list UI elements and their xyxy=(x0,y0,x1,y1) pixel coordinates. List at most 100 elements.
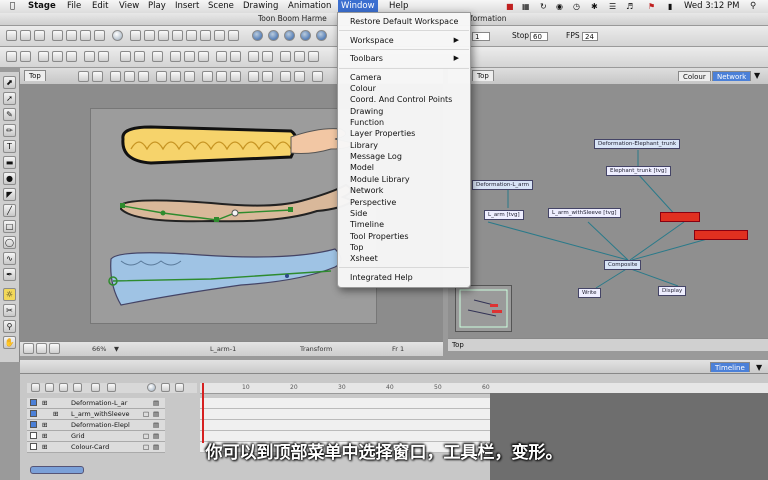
timeline-playhead[interactable] xyxy=(202,383,204,443)
layer-visible-checkbox[interactable] xyxy=(30,410,37,417)
copy-key-icon[interactable] xyxy=(262,51,273,62)
tool-b-icon[interactable] xyxy=(144,30,155,41)
cut-icon[interactable] xyxy=(52,30,63,41)
contour-editor-icon[interactable]: ➚ xyxy=(3,92,16,105)
drawing-canvas[interactable] xyxy=(90,108,377,324)
current-frame-field[interactable]: 1 xyxy=(472,32,490,41)
zoom-tool-icon[interactable]: ⚲ xyxy=(3,320,16,333)
delete-icon[interactable] xyxy=(94,30,105,41)
layer-frames[interactable] xyxy=(200,409,490,420)
menu-item-model[interactable]: Model xyxy=(350,162,374,173)
layer-onion-icon[interactable] xyxy=(147,383,156,392)
ink-tool-icon[interactable]: ● xyxy=(3,172,16,185)
menu-play[interactable]: Play xyxy=(148,0,166,13)
layer-peg-icon[interactable] xyxy=(73,383,82,392)
menu-item-integrated-help[interactable]: Integrated Help xyxy=(350,272,413,283)
apple-icon[interactable]:  xyxy=(10,0,15,13)
tool-e-icon[interactable] xyxy=(186,30,197,41)
layer-row[interactable]: ⊞ Deformation-Elepl ▤ xyxy=(27,420,165,431)
menu-item-library[interactable]: Library xyxy=(350,140,378,151)
stop-frame-field[interactable]: 60 xyxy=(530,32,548,41)
arm-sleeve-drawing[interactable] xyxy=(121,125,354,165)
menu-drawing[interactable]: Drawing xyxy=(243,0,278,13)
menu-insert[interactable]: Insert xyxy=(175,0,199,13)
menu-item-workspace[interactable]: Workspace ▶ xyxy=(350,35,464,46)
prev-frame-icon[interactable] xyxy=(284,30,295,41)
status-grid-icon[interactable]: ▦ xyxy=(522,2,530,11)
arm-blue-sleeve-drawing[interactable] xyxy=(108,248,342,306)
node-deformation-elephant-trunk[interactable]: Deformation-Elephant_trunk xyxy=(594,139,681,149)
layer-sync-icon[interactable] xyxy=(91,383,100,392)
view-grid-icon[interactable] xyxy=(92,71,103,82)
view-a-icon[interactable] xyxy=(110,71,121,82)
layer-visible-checkbox[interactable] xyxy=(30,432,37,439)
node-elephant-trunk[interactable]: Elephant_trunk [tvg] xyxy=(606,166,671,176)
save-icon[interactable] xyxy=(34,30,45,41)
layer-frames[interactable] xyxy=(200,420,490,431)
layer-visible-checkbox[interactable] xyxy=(30,421,37,428)
view-reset-icon[interactable] xyxy=(78,71,89,82)
view-c-icon[interactable] xyxy=(138,71,149,82)
hand-tool-icon[interactable]: ✋ xyxy=(3,336,16,349)
volume-icon[interactable]: ♬ xyxy=(626,2,633,11)
flip-icon[interactable] xyxy=(308,51,319,62)
timeline-menu-icon[interactable]: ▼ xyxy=(756,363,762,372)
polyline-tool-icon[interactable]: ∿ xyxy=(3,252,16,265)
tool-g-icon[interactable] xyxy=(214,30,225,41)
tab-timeline[interactable]: Timeline xyxy=(710,362,750,372)
menu-item-drawing[interactable]: Drawing xyxy=(350,106,383,117)
view-d-icon[interactable] xyxy=(156,71,167,82)
node-l-arm-with-sleeve[interactable]: L_arm_withSleeve [tvg] xyxy=(548,208,621,218)
transform-tool-icon[interactable]: ☼ xyxy=(3,288,16,301)
reset-icon[interactable] xyxy=(66,51,77,62)
view-i-icon[interactable] xyxy=(230,71,241,82)
tool-d-icon[interactable] xyxy=(172,30,183,41)
rigging-icon[interactable] xyxy=(52,51,63,62)
tab-network-top[interactable]: Top xyxy=(472,70,494,81)
fps-field[interactable]: 24 xyxy=(582,32,598,41)
menu-item-toolbars[interactable]: Toolbars ▶ xyxy=(350,53,464,64)
bone-tool-icon[interactable] xyxy=(20,51,31,62)
last-frame-icon[interactable] xyxy=(316,30,327,41)
layer-expand-icon[interactable]: ⊞ xyxy=(42,420,47,430)
ease-icon[interactable] xyxy=(216,51,227,62)
layer-expand-icon[interactable]: ⊞ xyxy=(53,409,58,419)
onion-icon[interactable] xyxy=(120,51,131,62)
menu-item-colour[interactable]: Colour xyxy=(350,83,376,94)
view-h-icon[interactable] xyxy=(216,71,227,82)
app-menu[interactable]: Stage xyxy=(28,0,56,13)
scale-icon[interactable] xyxy=(294,51,305,62)
cutter-tool-icon[interactable]: ✂ xyxy=(3,304,16,317)
tab-top[interactable]: Top xyxy=(24,70,46,81)
node-display[interactable]: Display xyxy=(658,286,687,296)
layer-lock-toggle-icon[interactable]: ▤ xyxy=(153,398,159,408)
menu-item-camera[interactable]: Camera xyxy=(350,72,381,83)
text-tool-icon[interactable]: T xyxy=(3,140,16,153)
ellipse-tool-icon[interactable]: ◯ xyxy=(3,236,16,249)
keyframe-icon[interactable] xyxy=(170,51,181,62)
menu-item-restore-default-workspace[interactable]: Restore Default Workspace xyxy=(350,16,458,27)
play-icon[interactable] xyxy=(252,30,263,41)
eraser-tool-icon[interactable]: ▬ xyxy=(3,156,16,169)
status-reset-icon[interactable] xyxy=(23,343,34,354)
status-camera-icon[interactable] xyxy=(49,343,60,354)
layer-timing-icon[interactable] xyxy=(107,383,116,392)
view-j-icon[interactable] xyxy=(248,71,259,82)
menu-item-xsheet[interactable]: Xsheet xyxy=(350,253,378,264)
cut-key-icon[interactable] xyxy=(248,51,259,62)
first-frame-icon[interactable] xyxy=(268,30,279,41)
layer-lock-toggle-icon[interactable]: ▤ xyxy=(153,420,159,430)
rectangle-tool-icon[interactable]: □ xyxy=(3,220,16,233)
layer-row[interactable]: ⊞ Deformation-L_ar ▤ xyxy=(27,398,165,409)
status-sync-icon[interactable]: ↻ xyxy=(540,2,547,11)
node-composite[interactable]: Composite xyxy=(604,260,642,270)
dropper-tool-icon[interactable]: ✒ xyxy=(3,268,16,281)
node-deformation-l-arm[interactable]: Deformation-L_arm xyxy=(472,180,534,190)
light-table-icon[interactable] xyxy=(134,51,145,62)
view-n-icon[interactable] xyxy=(312,71,323,82)
arm-deformed-drawing[interactable] xyxy=(120,183,356,223)
layer-props-icon[interactable] xyxy=(31,383,40,392)
copy-icon[interactable] xyxy=(66,30,77,41)
line-tool-icon[interactable]: ╱ xyxy=(3,204,16,217)
view-k-icon[interactable] xyxy=(262,71,273,82)
